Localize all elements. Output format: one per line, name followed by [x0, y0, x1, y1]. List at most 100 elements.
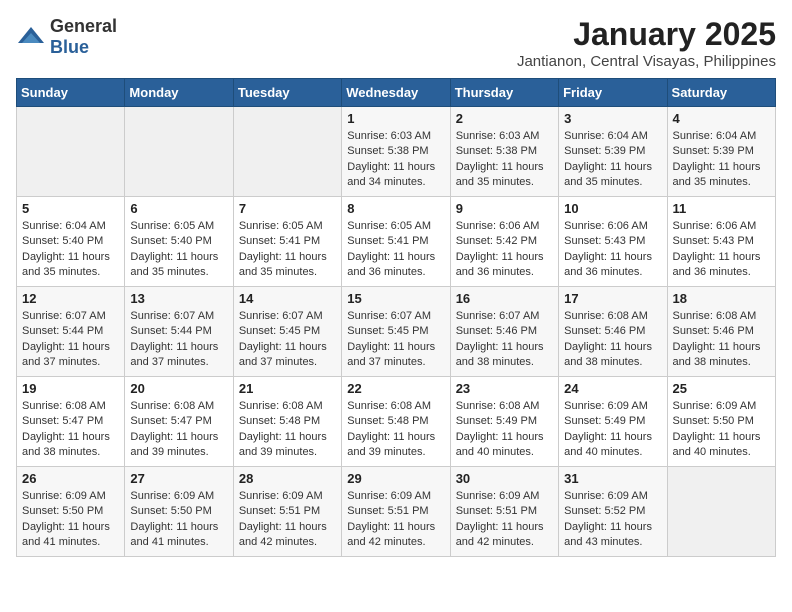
- calendar-cell: 10 Sunrise: 6:06 AMSunset: 5:43 PMDaylig…: [559, 197, 667, 287]
- day-info: Sunrise: 6:06 AMSunset: 5:42 PMDaylight:…: [456, 219, 553, 281]
- day-number: 25: [673, 381, 770, 396]
- calendar-cell: 24 Sunrise: 6:09 AMSunset: 5:49 PMDaylig…: [559, 377, 667, 467]
- day-info: Sunrise: 6:08 AMSunset: 5:49 PMDaylight:…: [456, 399, 553, 461]
- calendar-cell: 2 Sunrise: 6:03 AMSunset: 5:38 PMDayligh…: [450, 107, 558, 197]
- day-number: 20: [130, 381, 227, 396]
- day-number: 21: [239, 381, 336, 396]
- day-number: 27: [130, 471, 227, 486]
- week-row-3: 12 Sunrise: 6:07 AMSunset: 5:44 PMDaylig…: [17, 287, 776, 377]
- day-info: Sunrise: 6:08 AMSunset: 5:48 PMDaylight:…: [239, 399, 336, 461]
- day-number: 11: [673, 201, 770, 216]
- day-info: Sunrise: 6:09 AMSunset: 5:50 PMDaylight:…: [22, 489, 119, 551]
- day-info: Sunrise: 6:05 AMSunset: 5:41 PMDaylight:…: [239, 219, 336, 281]
- calendar-cell: [233, 107, 341, 197]
- day-number: 4: [673, 111, 770, 126]
- day-info: Sunrise: 6:03 AMSunset: 5:38 PMDaylight:…: [456, 129, 553, 191]
- calendar-cell: 4 Sunrise: 6:04 AMSunset: 5:39 PMDayligh…: [667, 107, 775, 197]
- title-block: January 2025 Jantianon, Central Visayas,…: [517, 16, 776, 70]
- day-number: 12: [22, 291, 119, 306]
- day-info: Sunrise: 6:07 AMSunset: 5:45 PMDaylight:…: [239, 309, 336, 371]
- logo-general-text: General: [50, 16, 117, 36]
- week-row-4: 19 Sunrise: 6:08 AMSunset: 5:47 PMDaylig…: [17, 377, 776, 467]
- day-info: Sunrise: 6:05 AMSunset: 5:41 PMDaylight:…: [347, 219, 444, 281]
- calendar-cell: 26 Sunrise: 6:09 AMSunset: 5:50 PMDaylig…: [17, 467, 125, 557]
- calendar-table: SundayMondayTuesdayWednesdayThursdayFrid…: [16, 78, 776, 557]
- day-number: 9: [456, 201, 553, 216]
- page-header: General Blue January 2025 Jantianon, Cen…: [16, 16, 776, 70]
- calendar-cell: [667, 467, 775, 557]
- calendar-cell: 15 Sunrise: 6:07 AMSunset: 5:45 PMDaylig…: [342, 287, 450, 377]
- calendar-cell: 18 Sunrise: 6:08 AMSunset: 5:46 PMDaylig…: [667, 287, 775, 377]
- day-info: Sunrise: 6:04 AMSunset: 5:40 PMDaylight:…: [22, 219, 119, 281]
- week-row-1: 1 Sunrise: 6:03 AMSunset: 5:38 PMDayligh…: [17, 107, 776, 197]
- logo: General Blue: [16, 16, 117, 58]
- calendar-cell: 28 Sunrise: 6:09 AMSunset: 5:51 PMDaylig…: [233, 467, 341, 557]
- column-header-monday: Monday: [125, 79, 233, 107]
- day-info: Sunrise: 6:09 AMSunset: 5:49 PMDaylight:…: [564, 399, 661, 461]
- calendar-cell: 16 Sunrise: 6:07 AMSunset: 5:46 PMDaylig…: [450, 287, 558, 377]
- day-number: 30: [456, 471, 553, 486]
- calendar-cell: 27 Sunrise: 6:09 AMSunset: 5:50 PMDaylig…: [125, 467, 233, 557]
- day-info: Sunrise: 6:09 AMSunset: 5:51 PMDaylight:…: [347, 489, 444, 551]
- calendar-cell: 13 Sunrise: 6:07 AMSunset: 5:44 PMDaylig…: [125, 287, 233, 377]
- day-number: 29: [347, 471, 444, 486]
- column-header-thursday: Thursday: [450, 79, 558, 107]
- location: Jantianon, Central Visayas, Philippines: [517, 53, 776, 70]
- header-row: SundayMondayTuesdayWednesdayThursdayFrid…: [17, 79, 776, 107]
- day-info: Sunrise: 6:07 AMSunset: 5:46 PMDaylight:…: [456, 309, 553, 371]
- day-number: 13: [130, 291, 227, 306]
- calendar-cell: 17 Sunrise: 6:08 AMSunset: 5:46 PMDaylig…: [559, 287, 667, 377]
- day-info: Sunrise: 6:09 AMSunset: 5:52 PMDaylight:…: [564, 489, 661, 551]
- calendar-cell: [17, 107, 125, 197]
- column-header-sunday: Sunday: [17, 79, 125, 107]
- day-info: Sunrise: 6:03 AMSunset: 5:38 PMDaylight:…: [347, 129, 444, 191]
- calendar-cell: 31 Sunrise: 6:09 AMSunset: 5:52 PMDaylig…: [559, 467, 667, 557]
- calendar-cell: 12 Sunrise: 6:07 AMSunset: 5:44 PMDaylig…: [17, 287, 125, 377]
- day-info: Sunrise: 6:07 AMSunset: 5:45 PMDaylight:…: [347, 309, 444, 371]
- calendar-cell: 7 Sunrise: 6:05 AMSunset: 5:41 PMDayligh…: [233, 197, 341, 287]
- day-number: 18: [673, 291, 770, 306]
- day-number: 14: [239, 291, 336, 306]
- day-number: 31: [564, 471, 661, 486]
- column-header-saturday: Saturday: [667, 79, 775, 107]
- day-info: Sunrise: 6:09 AMSunset: 5:51 PMDaylight:…: [456, 489, 553, 551]
- calendar-cell: 9 Sunrise: 6:06 AMSunset: 5:42 PMDayligh…: [450, 197, 558, 287]
- day-info: Sunrise: 6:07 AMSunset: 5:44 PMDaylight:…: [130, 309, 227, 371]
- day-number: 26: [22, 471, 119, 486]
- day-info: Sunrise: 6:06 AMSunset: 5:43 PMDaylight:…: [564, 219, 661, 281]
- day-info: Sunrise: 6:08 AMSunset: 5:47 PMDaylight:…: [130, 399, 227, 461]
- logo-icon: [16, 25, 46, 49]
- calendar-cell: 8 Sunrise: 6:05 AMSunset: 5:41 PMDayligh…: [342, 197, 450, 287]
- calendar-cell: 5 Sunrise: 6:04 AMSunset: 5:40 PMDayligh…: [17, 197, 125, 287]
- day-number: 2: [456, 111, 553, 126]
- day-number: 10: [564, 201, 661, 216]
- calendar-cell: 19 Sunrise: 6:08 AMSunset: 5:47 PMDaylig…: [17, 377, 125, 467]
- column-header-tuesday: Tuesday: [233, 79, 341, 107]
- day-number: 8: [347, 201, 444, 216]
- day-info: Sunrise: 6:09 AMSunset: 5:51 PMDaylight:…: [239, 489, 336, 551]
- day-number: 28: [239, 471, 336, 486]
- day-number: 16: [456, 291, 553, 306]
- calendar-cell: 20 Sunrise: 6:08 AMSunset: 5:47 PMDaylig…: [125, 377, 233, 467]
- calendar-cell: 21 Sunrise: 6:08 AMSunset: 5:48 PMDaylig…: [233, 377, 341, 467]
- day-number: 5: [22, 201, 119, 216]
- day-info: Sunrise: 6:08 AMSunset: 5:47 PMDaylight:…: [22, 399, 119, 461]
- week-row-5: 26 Sunrise: 6:09 AMSunset: 5:50 PMDaylig…: [17, 467, 776, 557]
- day-number: 23: [456, 381, 553, 396]
- calendar-cell: 29 Sunrise: 6:09 AMSunset: 5:51 PMDaylig…: [342, 467, 450, 557]
- day-info: Sunrise: 6:04 AMSunset: 5:39 PMDaylight:…: [673, 129, 770, 191]
- calendar-cell: [125, 107, 233, 197]
- calendar-cell: 25 Sunrise: 6:09 AMSunset: 5:50 PMDaylig…: [667, 377, 775, 467]
- calendar-cell: 3 Sunrise: 6:04 AMSunset: 5:39 PMDayligh…: [559, 107, 667, 197]
- day-info: Sunrise: 6:09 AMSunset: 5:50 PMDaylight:…: [673, 399, 770, 461]
- week-row-2: 5 Sunrise: 6:04 AMSunset: 5:40 PMDayligh…: [17, 197, 776, 287]
- day-number: 19: [22, 381, 119, 396]
- day-number: 3: [564, 111, 661, 126]
- day-info: Sunrise: 6:08 AMSunset: 5:46 PMDaylight:…: [673, 309, 770, 371]
- month-title: January 2025: [517, 16, 776, 53]
- day-info: Sunrise: 6:05 AMSunset: 5:40 PMDaylight:…: [130, 219, 227, 281]
- day-info: Sunrise: 6:08 AMSunset: 5:46 PMDaylight:…: [564, 309, 661, 371]
- day-info: Sunrise: 6:08 AMSunset: 5:48 PMDaylight:…: [347, 399, 444, 461]
- calendar-cell: 30 Sunrise: 6:09 AMSunset: 5:51 PMDaylig…: [450, 467, 558, 557]
- calendar-cell: 1 Sunrise: 6:03 AMSunset: 5:38 PMDayligh…: [342, 107, 450, 197]
